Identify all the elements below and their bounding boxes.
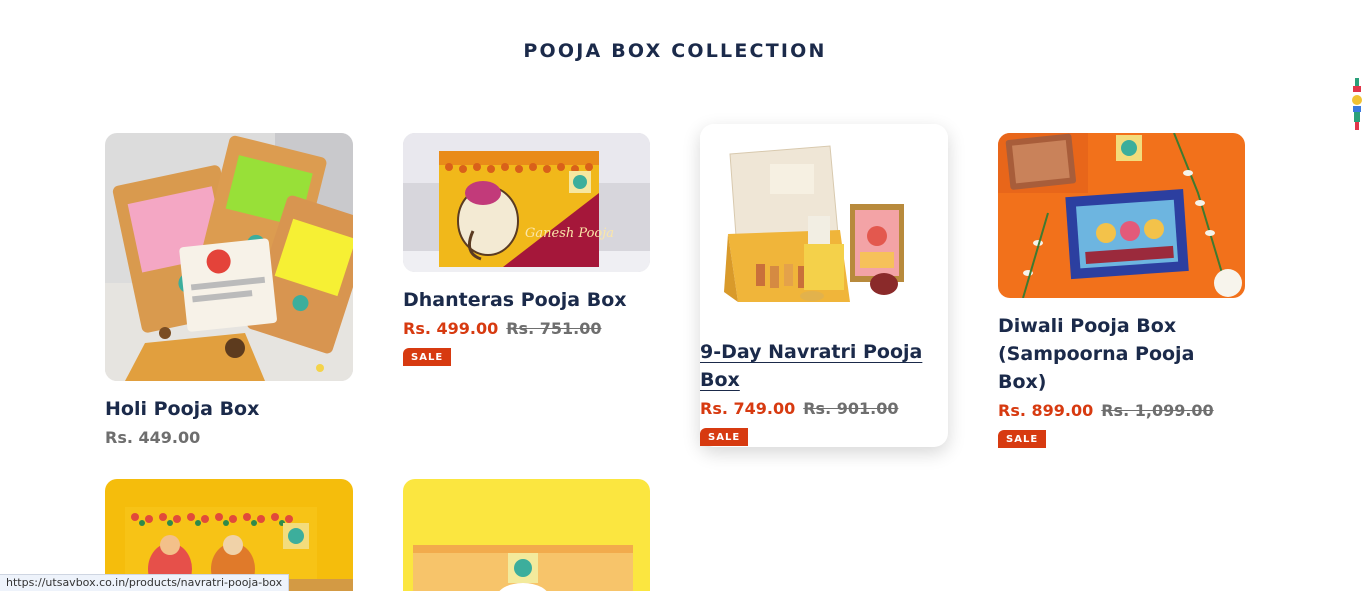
decorative-lantern-icon[interactable] bbox=[1352, 78, 1362, 130]
sale-badge: SALE bbox=[700, 428, 749, 446]
product-price: Rs. 449.00 bbox=[105, 428, 201, 447]
product-image-dhanteras[interactable]: Ganesh Pooja bbox=[403, 133, 650, 272]
product-title[interactable]: Diwali Pooja Box (Sampoorna Pooja Box) bbox=[998, 312, 1246, 396]
product-compare-price: Rs. 751.00 bbox=[506, 319, 602, 338]
product-image-navratri[interactable] bbox=[700, 124, 948, 324]
navratri-image-graphic bbox=[700, 124, 948, 324]
product-card-dhanteras[interactable]: Ganesh Pooja Dhanteras Pooja Box Rs. 499… bbox=[403, 133, 651, 366]
product-sale-price: Rs. 899.00 bbox=[998, 401, 1094, 420]
section-title: POOJA BOX COLLECTION bbox=[523, 40, 827, 62]
dhanteras-image-graphic: Ganesh Pooja bbox=[403, 133, 650, 272]
product-image-row2-2[interactable] bbox=[403, 479, 650, 591]
product-card-navratri[interactable]: 9-Day Navratri Pooja Box Rs. 749.00 Rs. 9… bbox=[700, 124, 948, 447]
product-card-row2-2[interactable] bbox=[403, 479, 651, 591]
product-compare-price: Rs. 901.00 bbox=[803, 399, 899, 418]
product-title[interactable]: Dhanteras Pooja Box bbox=[403, 286, 651, 314]
sale-badge: SALE bbox=[403, 348, 452, 366]
product-sale-price: Rs. 499.00 bbox=[403, 319, 499, 338]
product-card-diwali[interactable]: Diwali Pooja Box (Sampoorna Pooja Box) R… bbox=[998, 133, 1246, 448]
link-preview-status-bar: https://utsavbox.co.in/products/navratri… bbox=[0, 574, 290, 591]
product-compare-price: Rs. 1,099.00 bbox=[1101, 401, 1214, 420]
lantern-icon-graphic bbox=[1352, 78, 1362, 130]
sale-badge: SALE bbox=[998, 430, 1047, 448]
product-image-holi[interactable] bbox=[105, 133, 353, 381]
diwali-image-graphic bbox=[998, 133, 1245, 298]
row2-2-image-graphic bbox=[403, 479, 650, 591]
box-label-text: Ganesh Pooja bbox=[525, 226, 614, 241]
product-title[interactable]: Holi Pooja Box bbox=[105, 395, 353, 423]
holi-image-graphic bbox=[105, 133, 353, 381]
product-image-diwali[interactable] bbox=[998, 133, 1245, 298]
product-sale-price: Rs. 749.00 bbox=[700, 399, 796, 418]
product-title[interactable]: 9-Day Navratri Pooja Box bbox=[700, 338, 948, 394]
product-card-holi[interactable]: Holi Pooja Box Rs. 449.00 bbox=[105, 133, 353, 449]
